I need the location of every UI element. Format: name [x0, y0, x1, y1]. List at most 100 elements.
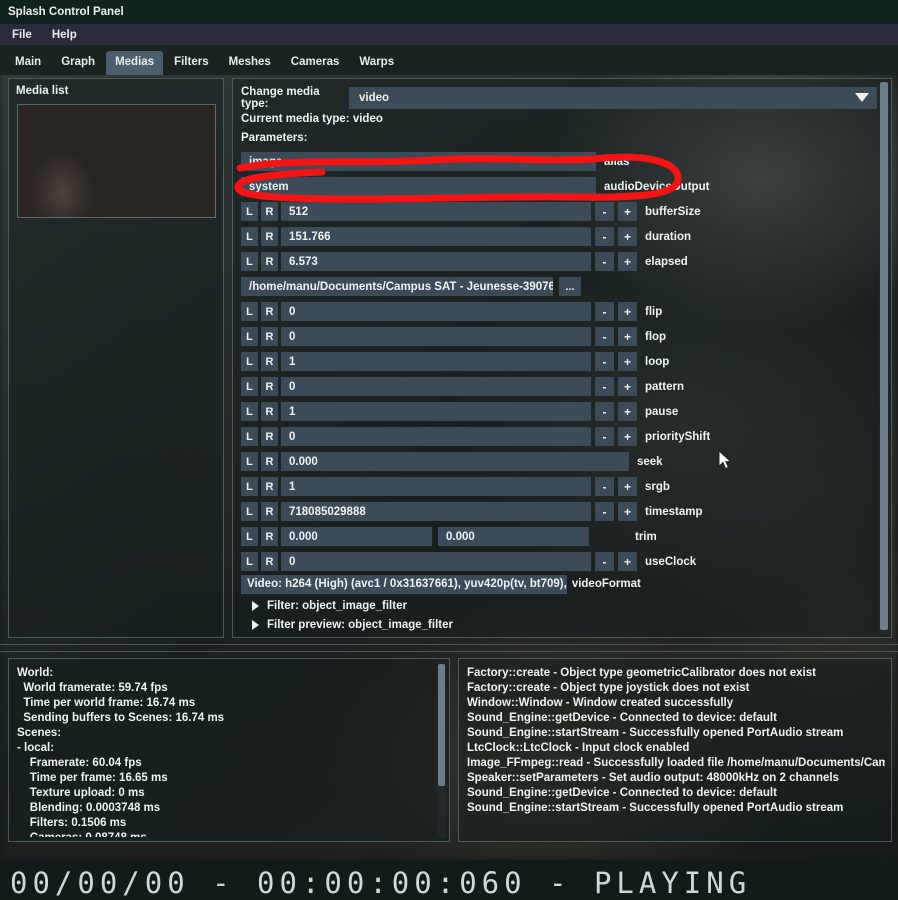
- parameters-scrollbar-thumb[interactable]: [880, 82, 888, 630]
- param-value-field-14[interactable]: 718085029888: [281, 502, 591, 521]
- timecode-display: 00/00/00 - 00:00:00:060 - PLAYING: [10, 866, 752, 900]
- log-line: Speaker::setParameters - Set audio outpu…: [467, 772, 839, 784]
- param-plus-button-8[interactable]: +: [618, 352, 637, 371]
- param-left-button-12[interactable]: L: [241, 452, 258, 471]
- param-text-field-0[interactable]: image: [241, 152, 596, 171]
- media-type-dropdown[interactable]: video: [349, 87, 877, 109]
- param-value-field-7[interactable]: 0: [281, 327, 591, 346]
- media-thumbnail[interactable]: [17, 104, 216, 218]
- param-text-field-1[interactable]: system: [241, 177, 596, 196]
- param-left-button-13[interactable]: L: [241, 477, 258, 496]
- tab-meshes[interactable]: Meshes: [220, 51, 280, 75]
- menubar: File Help: [0, 24, 898, 45]
- param-name-4: elapsed: [645, 255, 688, 268]
- param-right-button-4[interactable]: R: [261, 252, 278, 271]
- param-right-button-9[interactable]: R: [261, 377, 278, 396]
- param-minus-button-2[interactable]: -: [595, 202, 614, 221]
- param-right-button-8[interactable]: R: [261, 352, 278, 371]
- param-right-button-7[interactable]: R: [261, 327, 278, 346]
- param-value-field-2[interactable]: 512: [281, 202, 591, 221]
- param-value-field-10[interactable]: 1: [281, 402, 591, 421]
- param-minus-button-8[interactable]: -: [595, 352, 614, 371]
- param-right-button-13[interactable]: R: [261, 477, 278, 496]
- stats-scrollbar[interactable]: [437, 662, 446, 838]
- param-right-button-12[interactable]: R: [261, 452, 278, 471]
- param-name-2: bufferSize: [645, 205, 701, 218]
- param-right-button-3[interactable]: R: [261, 227, 278, 246]
- tab-cameras[interactable]: Cameras: [282, 51, 349, 75]
- menu-item-help[interactable]: Help: [52, 29, 77, 41]
- param-minus-button-16[interactable]: -: [595, 552, 614, 571]
- param-right-button-6[interactable]: R: [261, 302, 278, 321]
- stats-scrollbar-thumb[interactable]: [438, 664, 445, 786]
- param-right-button-2[interactable]: R: [261, 202, 278, 221]
- param-minus-button-11[interactable]: -: [595, 427, 614, 446]
- param-value-field-a-15[interactable]: 0.000: [281, 527, 432, 546]
- param-left-button-6[interactable]: L: [241, 302, 258, 321]
- param-plus-button-11[interactable]: +: [618, 427, 637, 446]
- param-right-button-15[interactable]: R: [261, 527, 278, 546]
- param-plus-button-14[interactable]: +: [618, 502, 637, 521]
- param-right-button-16[interactable]: R: [261, 552, 278, 571]
- param-left-button-11[interactable]: L: [241, 427, 258, 446]
- param-right-button-11[interactable]: R: [261, 427, 278, 446]
- stats-line: Time per frame: 16.65 ms: [17, 772, 168, 784]
- tab-medias[interactable]: Medias: [106, 51, 164, 75]
- param-value-field-6[interactable]: 0: [281, 302, 591, 321]
- param-left-button-14[interactable]: L: [241, 502, 258, 521]
- tab-graph[interactable]: Graph: [52, 51, 104, 75]
- param-plus-button-9[interactable]: +: [618, 377, 637, 396]
- param-value-field-3[interactable]: 151.766: [281, 227, 591, 246]
- param-left-button-8[interactable]: L: [241, 352, 258, 371]
- param-value-field-b-15[interactable]: 0.000: [438, 527, 589, 546]
- param-left-button-15[interactable]: L: [241, 527, 258, 546]
- param-right-button-14[interactable]: R: [261, 502, 278, 521]
- param-value-field-9[interactable]: 0: [281, 377, 591, 396]
- param-left-button-10[interactable]: L: [241, 402, 258, 421]
- param-right-button-10[interactable]: R: [261, 402, 278, 421]
- param-plus-button-16[interactable]: +: [618, 552, 637, 571]
- param-plus-button-7[interactable]: +: [618, 327, 637, 346]
- param-minus-button-9[interactable]: -: [595, 377, 614, 396]
- param-plus-button-10[interactable]: +: [618, 402, 637, 421]
- log-line: LtcClock::LtcClock - Input clock enabled: [467, 742, 690, 754]
- param-left-button-16[interactable]: L: [241, 552, 258, 571]
- param-value-field-11[interactable]: 0: [281, 427, 591, 446]
- param-browse-button-5[interactable]: ...: [559, 277, 581, 296]
- param-value-field-4[interactable]: 6.573: [281, 252, 591, 271]
- param-minus-button-13[interactable]: -: [595, 477, 614, 496]
- param-left-button-4[interactable]: L: [241, 252, 258, 271]
- param-plus-button-4[interactable]: +: [618, 252, 637, 271]
- param-left-button-7[interactable]: L: [241, 327, 258, 346]
- param-minus-button-14[interactable]: -: [595, 502, 614, 521]
- param-value-field-16[interactable]: 0: [281, 552, 591, 571]
- param-value-field-8[interactable]: 1: [281, 352, 591, 371]
- parameter-row: L R 1- + srgb: [241, 474, 885, 499]
- param-minus-button-7[interactable]: -: [595, 327, 614, 346]
- filter-tree-item[interactable]: Filter: object_image_filter: [241, 597, 885, 616]
- param-minus-button-3[interactable]: -: [595, 227, 614, 246]
- param-minus-button-10[interactable]: -: [595, 402, 614, 421]
- param-left-button-9[interactable]: L: [241, 377, 258, 396]
- menu-item-file[interactable]: File: [12, 29, 32, 41]
- parameters-scrollbar[interactable]: [879, 82, 889, 634]
- param-plus-button-3[interactable]: +: [618, 227, 637, 246]
- change-media-type-row: Change media type: video: [241, 86, 877, 110]
- param-plus-button-6[interactable]: +: [618, 302, 637, 321]
- tab-filters[interactable]: Filters: [165, 51, 218, 75]
- log-line: Sound_Engine::getDevice - Connected to d…: [467, 787, 777, 799]
- filter-tree-item[interactable]: Filter preview: object_image_filter: [241, 616, 885, 635]
- tab-main[interactable]: Main: [6, 51, 50, 75]
- param-value-field-12[interactable]: 0.000: [281, 452, 629, 471]
- param-left-button-3[interactable]: L: [241, 227, 258, 246]
- param-minus-button-4[interactable]: -: [595, 252, 614, 271]
- triangle-right-icon[interactable]: [252, 601, 259, 611]
- param-plus-button-2[interactable]: +: [618, 202, 637, 221]
- param-left-button-2[interactable]: L: [241, 202, 258, 221]
- param-plus-button-13[interactable]: +: [618, 477, 637, 496]
- triangle-right-icon[interactable]: [252, 620, 259, 630]
- param-path-field-5[interactable]: /home/manu/Documents/Campus SAT - Jeunes…: [241, 277, 553, 296]
- tab-warps[interactable]: Warps: [350, 51, 403, 75]
- param-minus-button-6[interactable]: -: [595, 302, 614, 321]
- param-value-field-13[interactable]: 1: [281, 477, 591, 496]
